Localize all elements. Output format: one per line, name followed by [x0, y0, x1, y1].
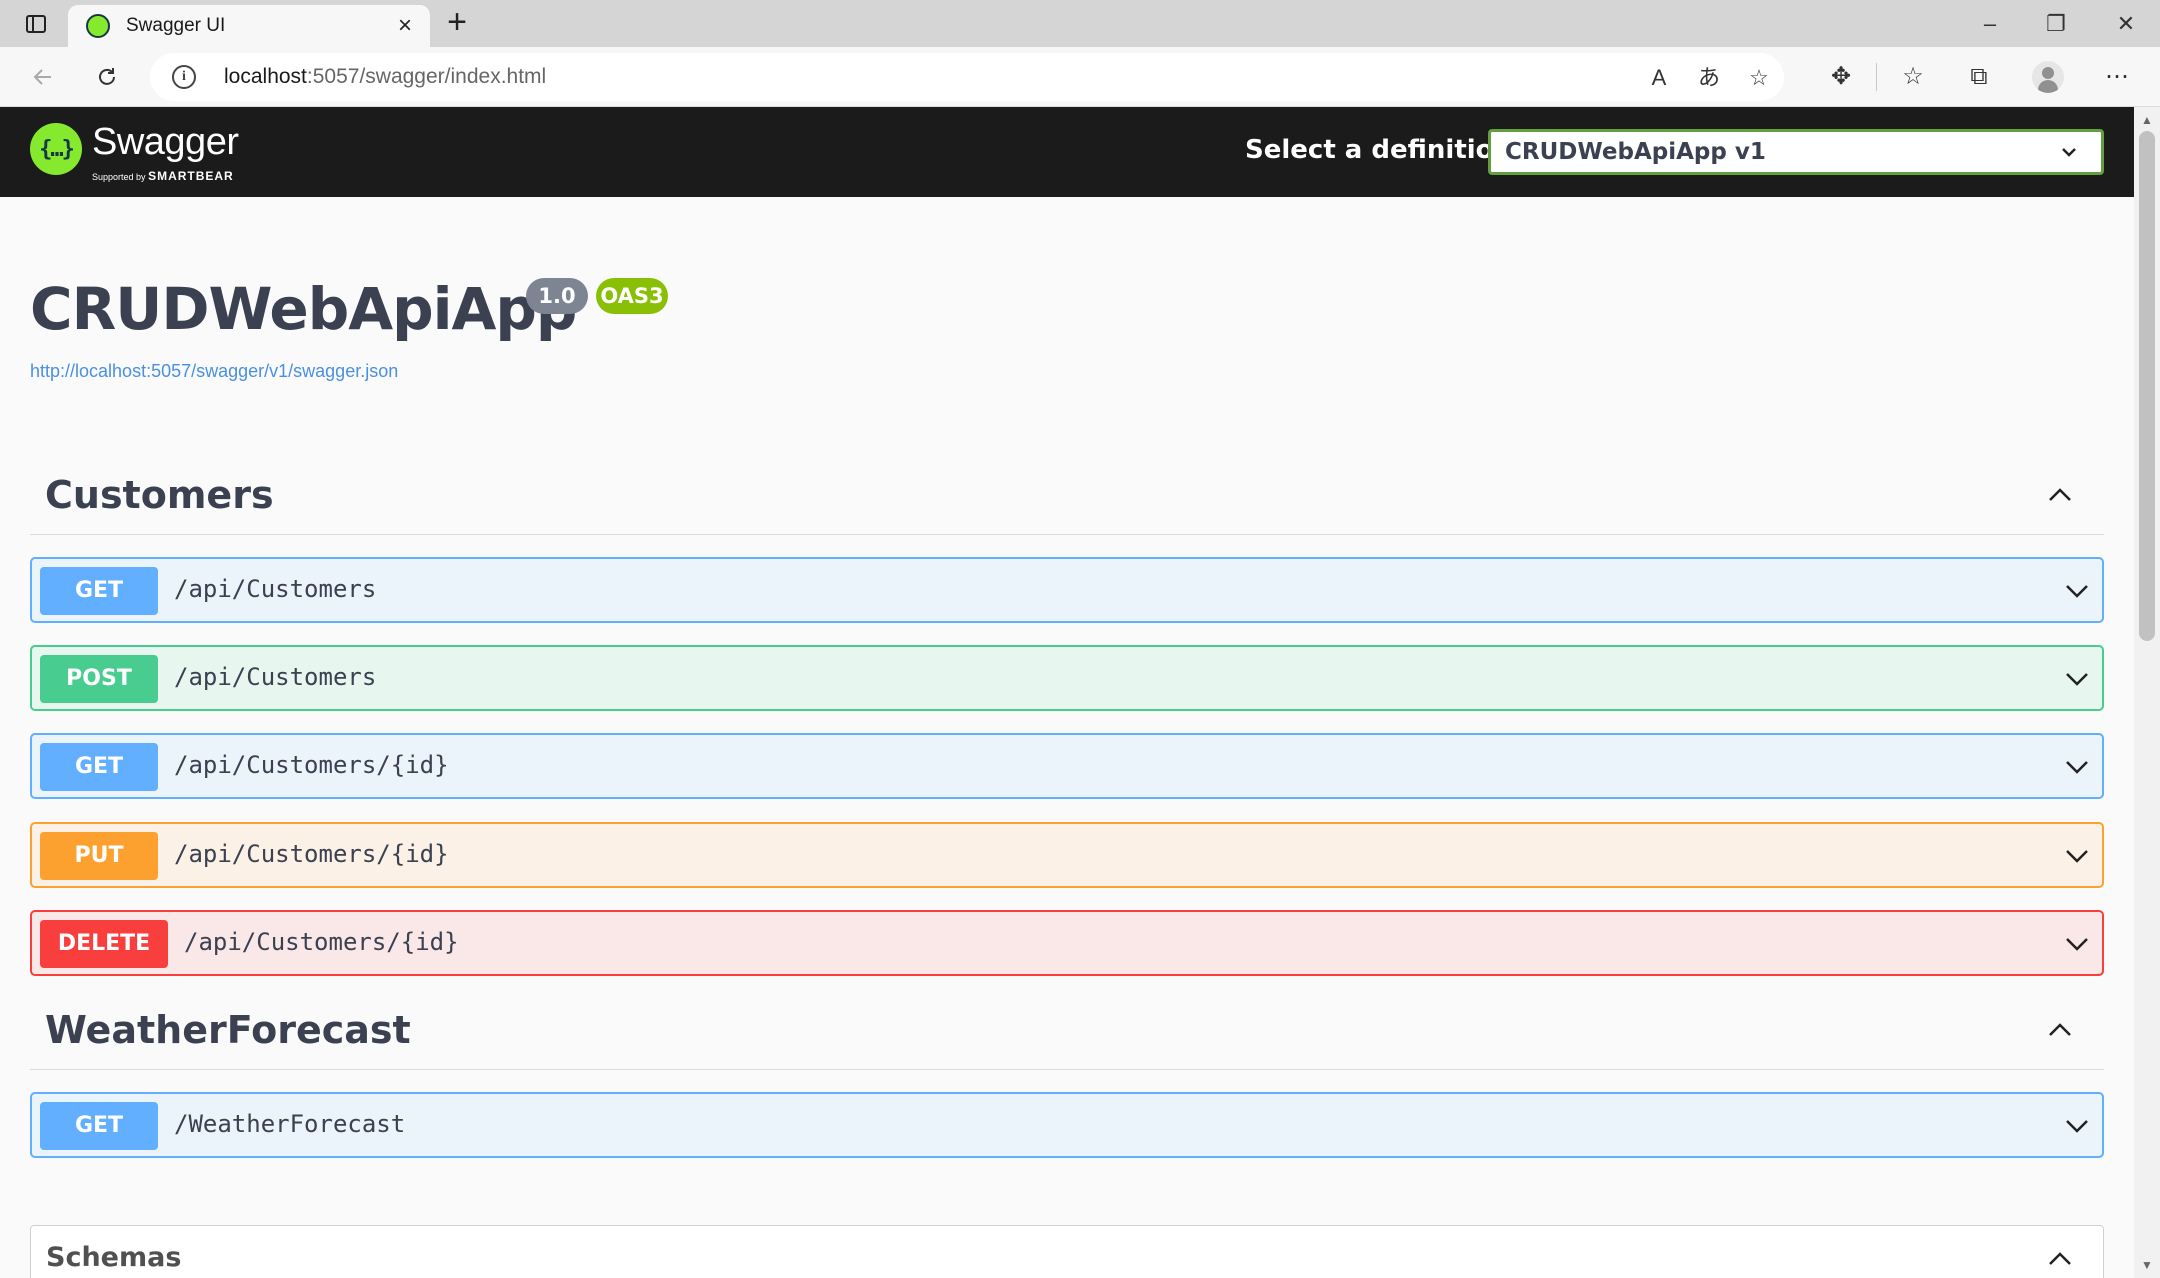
opblock-get-customer-by-id[interactable]: GET /api/Customers/{id} — [30, 733, 2104, 799]
toolbar-divider — [1876, 63, 1877, 91]
tag-header-weatherforecast[interactable]: WeatherForecast — [30, 1000, 2104, 1070]
opblock-delete-customer[interactable]: DELETE /api/Customers/{id} — [30, 910, 2104, 976]
profile-avatar[interactable] — [2032, 61, 2064, 93]
address-bar[interactable]: i localhost:5057/swagger/index.html A あ … — [150, 53, 1784, 101]
api-title: CRUDWebApiApp — [30, 275, 577, 343]
method-badge: GET — [40, 743, 158, 791]
chevron-down-icon[interactable] — [2062, 576, 2092, 606]
scroll-up-icon[interactable]: ▲ — [2134, 109, 2160, 131]
tab-close-icon[interactable]: × — [390, 11, 420, 41]
definition-select[interactable]: CRUDWebApiApp v1 — [1488, 129, 2104, 175]
op-path: /api/Customers/{id} — [184, 928, 459, 956]
op-path: /WeatherForecast — [174, 1110, 406, 1138]
tab-actions-icon[interactable] — [18, 8, 54, 40]
opblock-put-customer[interactable]: PUT /api/Customers/{id} — [30, 822, 2104, 888]
opblock-post-customers[interactable]: POST /api/Customers — [30, 645, 2104, 711]
chevron-up-icon[interactable] — [2045, 1244, 2075, 1274]
favorites-icon[interactable]: ☆ — [1896, 60, 1930, 94]
definition-label: Select a definition — [1245, 135, 1513, 165]
url-host: localhost — [224, 65, 307, 88]
tagline-brand: SMARTBEAR — [148, 169, 234, 183]
browser-tab-active[interactable]: Swagger UI × — [68, 5, 430, 47]
restore-icon[interactable]: ❐ — [2026, 4, 2086, 44]
tag-header-customers[interactable]: Customers — [30, 465, 2104, 535]
op-path: /api/Customers/{id} — [174, 751, 449, 779]
method-badge: GET — [40, 567, 158, 615]
method-badge: DELETE — [40, 920, 168, 968]
url-rest: :5057/swagger/index.html — [306, 65, 547, 88]
method-badge: POST — [40, 655, 158, 703]
swagger-logo-tagline: Supported by SMARTBEAR — [92, 169, 234, 183]
chevron-down-icon[interactable] — [2062, 929, 2092, 959]
swagger-logo-icon[interactable]: {…} — [30, 123, 82, 175]
window-close-icon[interactable]: ✕ — [2096, 4, 2156, 44]
extensions-icon[interactable]: ✥ — [1824, 60, 1858, 94]
version-badge: 1.0 — [526, 278, 588, 314]
chevron-up-icon[interactable] — [2044, 1014, 2076, 1046]
page-scrollbar[interactable]: ▲ ▼ — [2134, 107, 2160, 1278]
browser-tab-strip: Swagger UI × + – ❐ ✕ — [0, 0, 2160, 47]
tag-title: Customers — [45, 473, 274, 517]
read-aloud-icon[interactable]: A — [1644, 63, 1674, 93]
swagger-logo-text[interactable]: Swagger — [92, 121, 239, 164]
spec-json-link[interactable]: http://localhost:5057/swagger/v1/swagger… — [30, 361, 398, 382]
translate-icon[interactable]: あ — [1694, 63, 1724, 93]
chevron-down-icon — [2062, 148, 2076, 157]
swagger-favicon-icon — [86, 14, 110, 38]
method-badge: GET — [40, 1102, 158, 1150]
new-tab-icon[interactable]: + — [440, 5, 474, 40]
oas-badge: OAS3 — [596, 278, 668, 314]
swagger-topbar: {…} Swagger Supported by SMARTBEAR Selec… — [0, 107, 2134, 197]
scrollbar-thumb[interactable] — [2139, 131, 2155, 641]
op-path: /api/Customers/{id} — [174, 840, 449, 868]
tagline-prefix: Supported by — [92, 172, 146, 182]
schemas-title: Schemas — [46, 1242, 182, 1273]
more-menu-icon[interactable]: ⋯ — [2100, 60, 2134, 94]
scroll-down-icon[interactable]: ▼ — [2134, 1254, 2160, 1276]
browser-toolbar: i localhost:5057/swagger/index.html A あ … — [0, 47, 2160, 107]
add-favorite-icon[interactable]: ☆ — [1744, 63, 1774, 93]
opblock-get-weatherforecast[interactable]: GET /WeatherForecast — [30, 1092, 2104, 1158]
method-badge: PUT — [40, 832, 158, 880]
definition-select-value: CRUDWebApiApp v1 — [1505, 139, 1766, 165]
chevron-down-icon[interactable] — [2062, 664, 2092, 694]
page-viewport: {…} Swagger Supported by SMARTBEAR Selec… — [0, 107, 2134, 1278]
collections-icon[interactable]: ⧉ — [1962, 60, 1996, 94]
op-path: /api/Customers — [174, 663, 377, 691]
tag-title: WeatherForecast — [45, 1008, 411, 1052]
chevron-down-icon[interactable] — [2062, 752, 2092, 782]
minimize-icon[interactable]: – — [1960, 4, 2020, 44]
op-path: /api/Customers — [174, 575, 377, 603]
back-icon[interactable] — [24, 58, 62, 96]
chevron-down-icon[interactable] — [2062, 1111, 2092, 1141]
opblock-get-customers[interactable]: GET /api/Customers — [30, 557, 2104, 623]
site-info-icon[interactable]: i — [172, 65, 196, 89]
chevron-up-icon[interactable] — [2044, 479, 2076, 511]
chevron-down-icon[interactable] — [2062, 841, 2092, 871]
address-url[interactable]: localhost:5057/swagger/index.html — [224, 65, 546, 89]
refresh-icon[interactable] — [88, 58, 126, 96]
tab-title: Swagger UI — [126, 15, 226, 36]
schemas-section[interactable]: Schemas — [30, 1225, 2104, 1278]
